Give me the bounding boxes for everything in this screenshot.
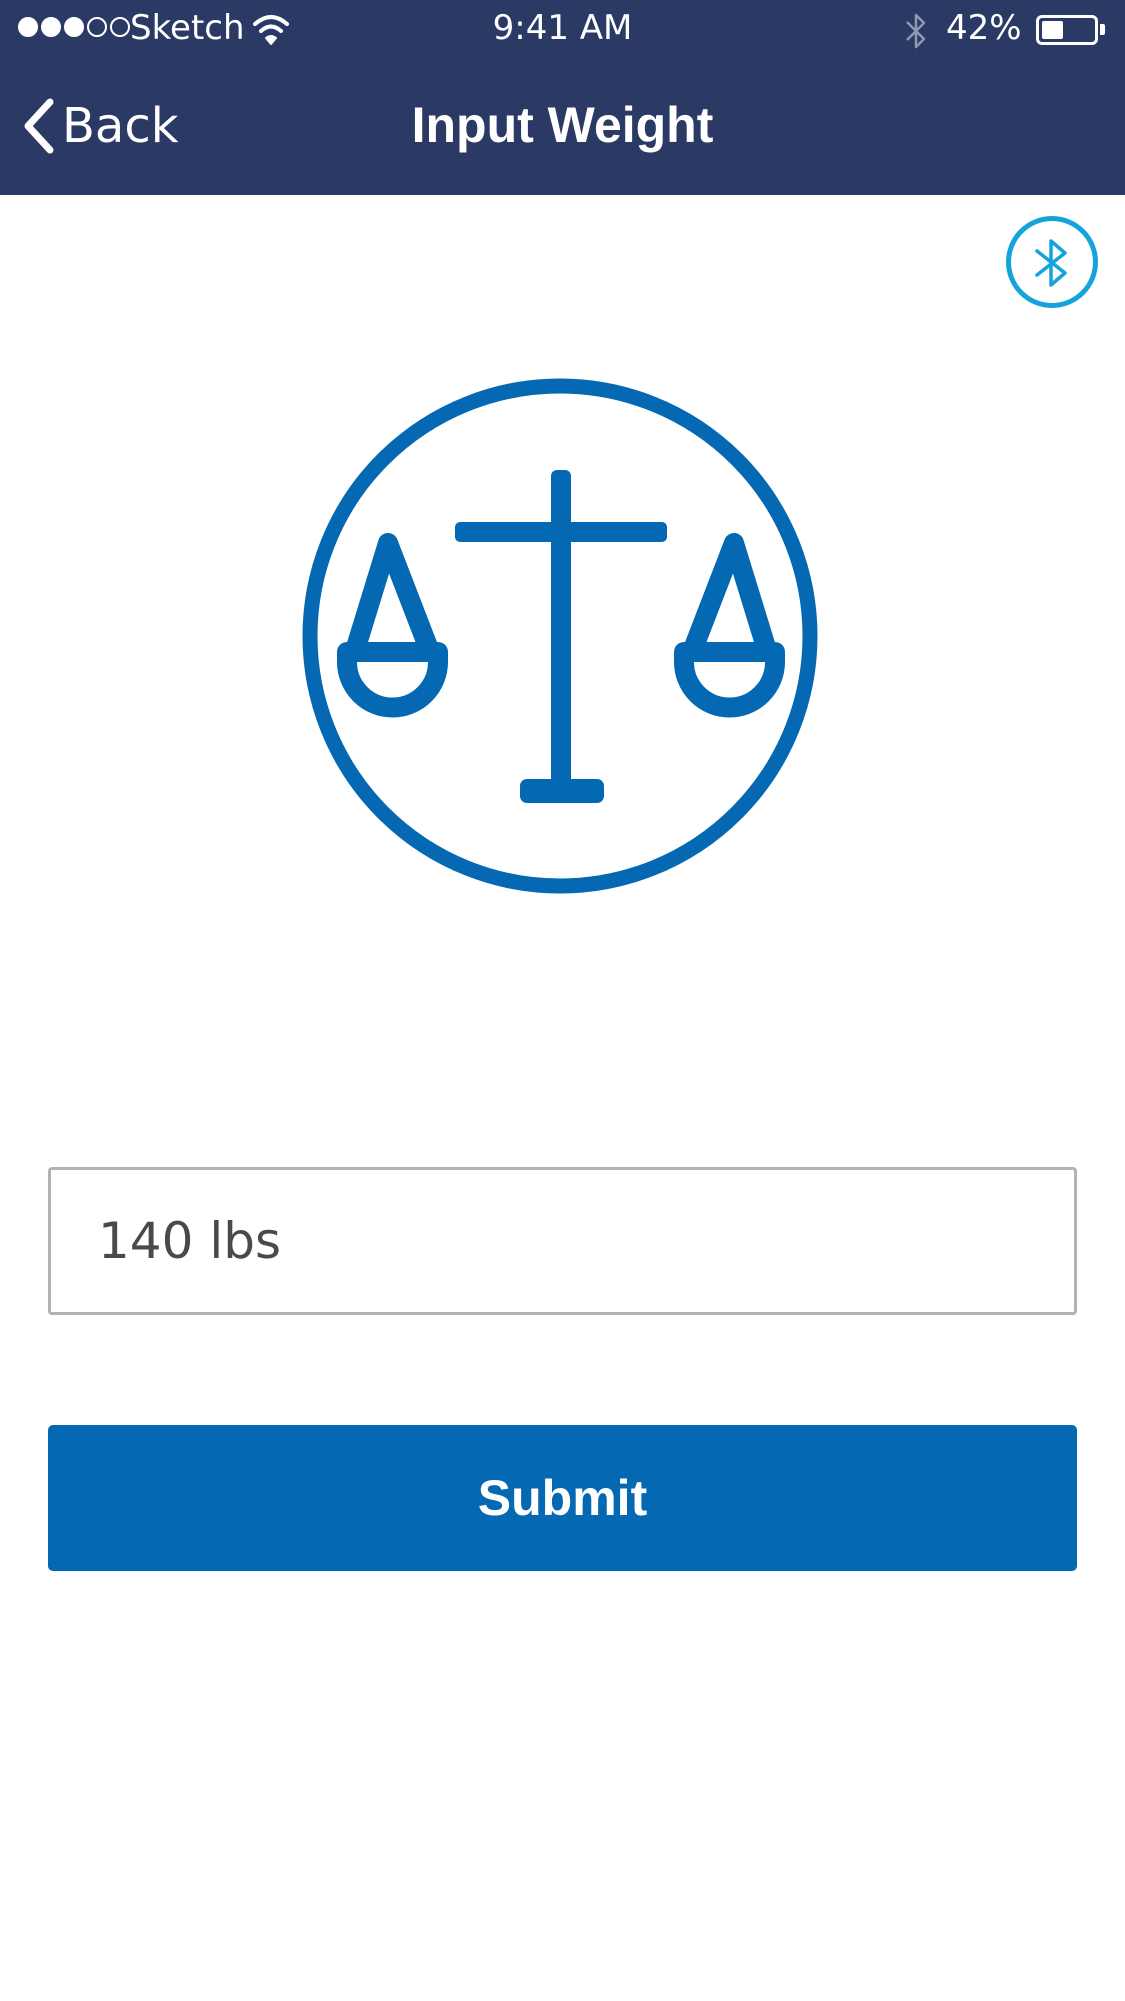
battery-icon [1036,15,1098,45]
bluetooth-icon [1035,239,1067,287]
status-bar: Sketch 9:41 AM 42% [0,0,1125,60]
submit-button[interactable]: Submit [48,1425,1077,1571]
battery-tip [1100,24,1105,35]
battery-percentage: 42% [946,8,1022,48]
bluetooth-status-icon [906,13,926,49]
navigation-header: Sketch 9:41 AM 42% Back Input Weight [0,0,1125,195]
page-title: Input Weight [411,97,714,153]
weight-input[interactable] [48,1167,1077,1315]
bluetooth-button[interactable] [1006,216,1098,308]
scale-icon [302,378,818,894]
battery-level [1042,21,1063,39]
